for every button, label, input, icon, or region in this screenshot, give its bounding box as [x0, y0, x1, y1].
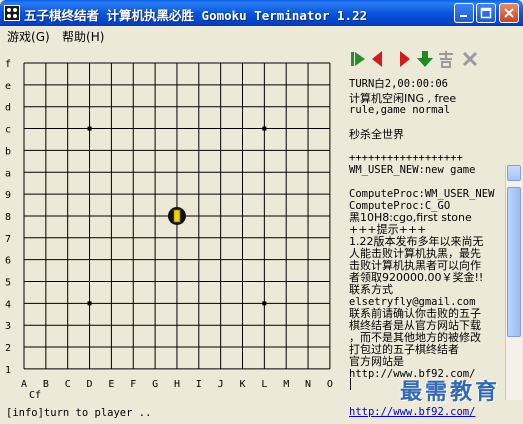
column-label: I [196, 379, 202, 390]
first-move-button[interactable] [349, 50, 367, 68]
column-label: J [218, 379, 224, 390]
slogan-text: 秒杀全世界 [349, 128, 404, 141]
menu-help[interactable]: 帮助(H) [62, 28, 104, 45]
download-button[interactable] [416, 50, 434, 68]
column-label: O [327, 379, 333, 390]
row-label: 9 [5, 190, 11, 201]
column-label: K [240, 379, 246, 390]
board-area: f e d c b a 9 8 7 6 5 4 3 2 1 A B C D E F G H I J K L M N O Cf [0, 45, 345, 401]
row-label: d [5, 103, 11, 114]
scroll-thumb[interactable] [507, 187, 521, 337]
maximize-button[interactable] [476, 3, 496, 23]
close-button[interactable] [499, 3, 519, 23]
row-label: 3 [5, 321, 11, 332]
arrow-right-icon [400, 51, 410, 67]
log-line: WM_USER_NEW:new game [349, 164, 476, 176]
column-label: D [87, 379, 93, 390]
redo-button[interactable] [394, 50, 412, 68]
arrow-left-icon [372, 51, 382, 67]
star-point [262, 301, 267, 306]
column-label: M [283, 379, 289, 390]
last-move-marker [173, 209, 181, 223]
star-point [87, 301, 92, 306]
row-label: 5 [5, 278, 11, 289]
app-icon [4, 5, 20, 21]
stop-button [461, 50, 479, 68]
column-label: A [21, 379, 27, 390]
text-caret [350, 378, 351, 390]
column-label: B [43, 379, 49, 390]
status-message: [info]turn to player .. [6, 407, 152, 419]
cross-icon [462, 51, 478, 67]
menu-bar: 游戏(G) 帮助(H) [0, 26, 523, 45]
log-line: ComputeProc:WM_USER_NEW [349, 188, 495, 200]
close-icon [504, 8, 514, 18]
row-label: a [5, 168, 11, 179]
column-label: C [65, 379, 71, 390]
turn-info: TURN白2,00:00:06 [349, 78, 449, 90]
log-line: 官方网站是 [349, 355, 404, 368]
log-scrollbar[interactable] [505, 165, 522, 400]
status-bar: [info]turn to player .. [0, 402, 345, 424]
star-point [87, 126, 92, 131]
board-bottom-label: Cf [29, 390, 41, 400]
menu-game[interactable]: 游戏(G) [7, 28, 50, 45]
column-label: F [130, 379, 136, 390]
row-label: c [5, 125, 11, 136]
undo-button[interactable] [370, 50, 388, 68]
log-line: 联系方式 [349, 283, 393, 296]
row-label: 8 [5, 212, 11, 223]
row-label: 2 [5, 343, 11, 354]
row-label: 4 [5, 299, 11, 310]
column-label: G [152, 379, 158, 390]
rule-info: rule,game normal [349, 104, 451, 116]
maximize-icon [480, 7, 492, 19]
star-point [262, 126, 267, 131]
row-label: f [5, 59, 11, 70]
watermark-text: 最需教育 [400, 380, 501, 405]
calc-icon [439, 51, 453, 68]
column-label: L [261, 379, 267, 390]
row-label: 6 [5, 256, 11, 267]
scroll-up-button[interactable] [507, 165, 521, 181]
gomoku-board[interactable]: fedcba 9 8 7 6 5 4 3 2 1A B C D E F G H I J K L M N O Cf [0, 45, 345, 401]
window-title: 五子棋终结者 计算机执黑必胜 Gomoku Terminator 1.22 [24, 8, 368, 23]
skip-to-start-icon [351, 52, 365, 66]
title-bar[interactable]: 五子棋终结者 计算机执黑必胜 Gomoku Terminator 1.22 [0, 0, 523, 26]
row-label: 7 [5, 234, 11, 245]
minimize-icon [460, 15, 467, 17]
compute-button [437, 50, 455, 68]
log-line: ++++++++++++++++++ [349, 152, 463, 164]
column-label: E [108, 379, 114, 390]
website-link[interactable]: http://www.bf92.com/ [349, 406, 475, 418]
minimize-button[interactable] [454, 3, 474, 23]
arrow-down-icon [417, 51, 433, 67]
column-label: N [305, 379, 311, 390]
row-label: b [5, 146, 11, 157]
row-label: e [5, 81, 11, 92]
row-label: 1 [5, 365, 11, 376]
column-label: H [174, 379, 180, 390]
